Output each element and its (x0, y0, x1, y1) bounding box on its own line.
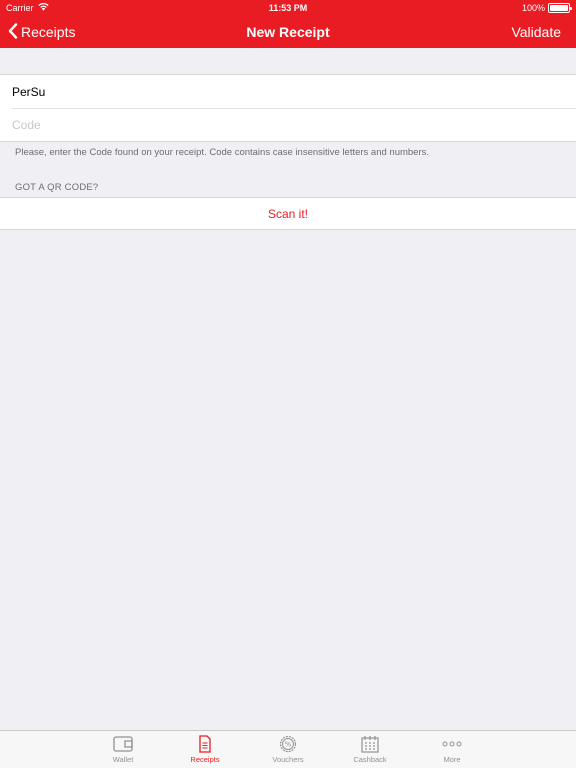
scan-button[interactable]: Scan it! (0, 198, 576, 229)
validate-button[interactable]: Validate (511, 16, 561, 48)
more-dots-icon (441, 735, 463, 755)
status-left: Carrier (6, 3, 49, 13)
wifi-icon (37, 3, 49, 13)
chevron-left-icon (8, 22, 18, 42)
receipt-form (0, 74, 576, 142)
navigation-bar: Receipts New Receipt Validate (0, 16, 576, 48)
back-button[interactable]: Receipts (8, 16, 75, 48)
back-button-label: Receipts (21, 24, 76, 40)
tab-vouchers[interactable]: % Vouchers (258, 731, 318, 768)
battery-icon (548, 3, 572, 13)
carrier-label: Carrier (6, 3, 34, 13)
code-row (12, 108, 576, 141)
qr-section-header: GOT A QR CODE? (15, 182, 99, 193)
page-title: New Receipt (246, 24, 330, 40)
tab-receipts[interactable]: Receipts (175, 731, 235, 768)
receipt-icon (194, 735, 216, 755)
percent-badge-icon: % (277, 735, 299, 755)
calendar-icon (359, 735, 381, 755)
status-right: 100% (521, 3, 572, 13)
wallet-icon (112, 735, 134, 755)
name-field[interactable] (12, 84, 576, 99)
tab-label-cashback: Cashback (353, 755, 387, 764)
tab-label-receipts: Receipts (190, 755, 220, 764)
tab-label-wallet: Wallet (112, 755, 134, 764)
svg-text:%: % (285, 741, 292, 749)
code-hint: Please, enter the Code found on your rec… (15, 147, 430, 158)
tab-cashback[interactable]: Cashback (340, 731, 400, 768)
tab-wallet[interactable]: Wallet (93, 731, 153, 768)
tab-label-vouchers: Vouchers (272, 755, 304, 764)
tab-more[interactable]: More (422, 731, 482, 768)
code-input[interactable] (12, 118, 576, 132)
scan-group: Scan it! (0, 197, 576, 230)
tab-bar: Wallet Receipts % Vouchers Cashback More (0, 730, 576, 768)
battery-percent: 100% (521, 3, 545, 13)
status-time: 11:53 PM (268, 3, 308, 13)
battery-fill (550, 5, 568, 11)
tab-label-more: More (443, 755, 461, 764)
status-bar: Carrier 11:53 PM 100% (0, 0, 576, 16)
name-row (0, 75, 576, 108)
